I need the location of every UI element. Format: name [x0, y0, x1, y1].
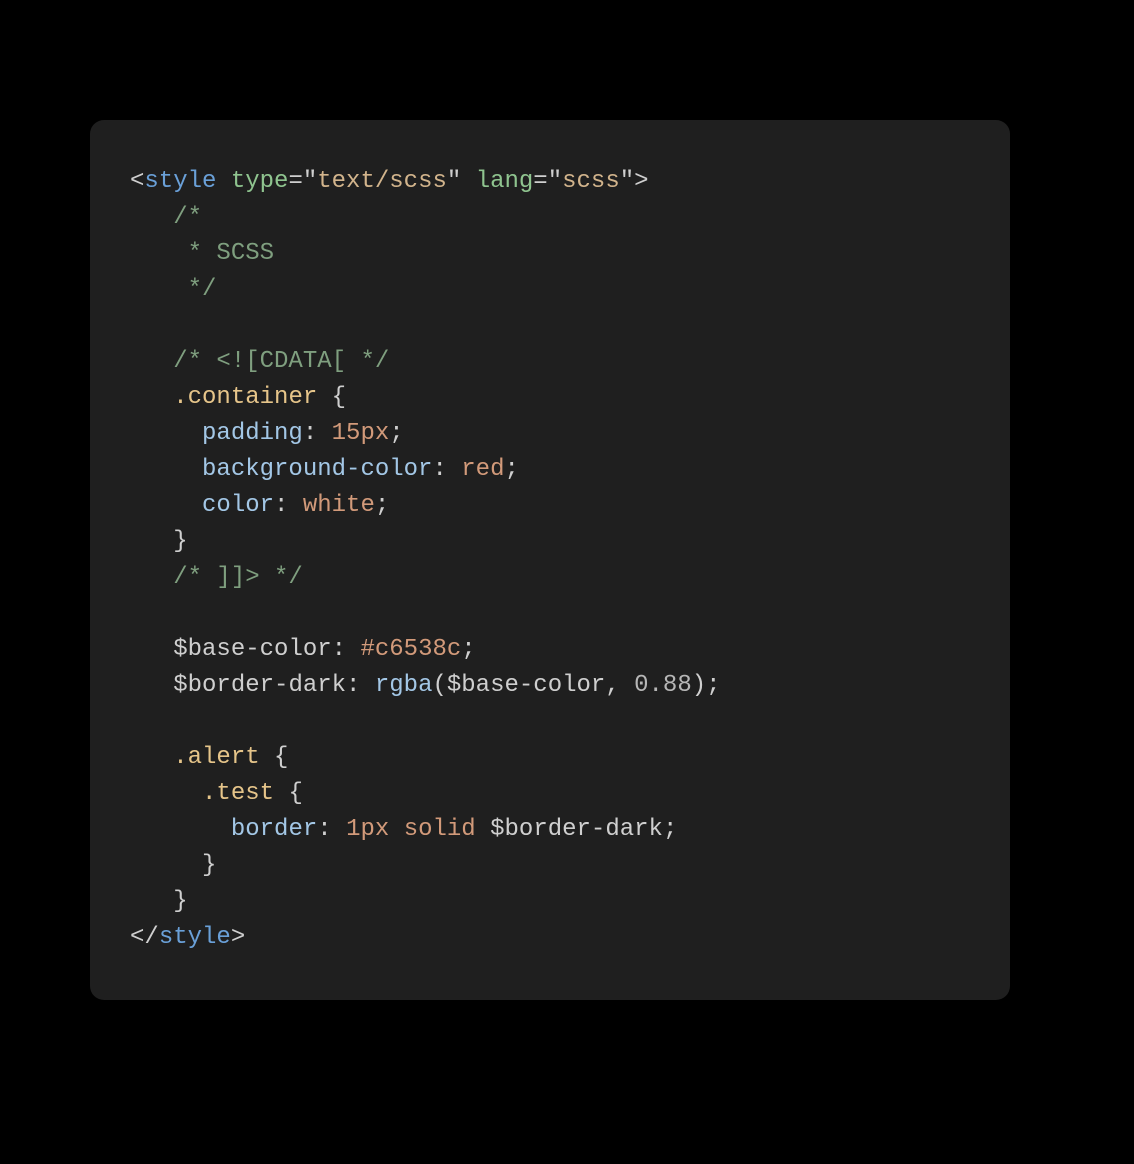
t — [130, 744, 173, 771]
t — [317, 384, 331, 411]
t: style — [144, 168, 216, 195]
t: * SCSS — [130, 240, 274, 267]
t — [130, 636, 173, 663]
t: #c6538c — [360, 636, 461, 663]
t — [130, 672, 173, 699]
t: } — [130, 528, 188, 555]
code-block: <style type="text/scss" lang="scss"> /* … — [90, 120, 1010, 1000]
t: </ — [130, 924, 159, 951]
t: { — [332, 384, 346, 411]
t: = — [533, 168, 547, 195]
t: .test — [202, 780, 274, 807]
t: : — [432, 456, 461, 483]
t: " — [303, 168, 317, 195]
t: padding — [202, 420, 303, 447]
t: : — [346, 672, 375, 699]
t — [130, 780, 202, 807]
t: /* — [130, 204, 202, 231]
t: text/scss — [317, 168, 447, 195]
t: /* ]]> */ — [130, 564, 303, 591]
t: ; — [389, 420, 403, 447]
t: white — [303, 492, 375, 519]
t — [461, 168, 475, 195]
t: = — [288, 168, 302, 195]
t: color — [202, 492, 274, 519]
t: $base-color — [173, 636, 331, 663]
t: : — [317, 816, 346, 843]
t: ; — [461, 636, 475, 663]
t — [274, 780, 288, 807]
t: type — [231, 168, 289, 195]
code-content: <style type="text/scss" lang="scss"> /* … — [130, 164, 970, 956]
t: border — [231, 816, 317, 843]
t — [389, 816, 403, 843]
t — [130, 492, 202, 519]
t: $border-dark — [173, 672, 346, 699]
t: solid — [404, 816, 476, 843]
t: red — [461, 456, 504, 483]
t: < — [130, 168, 144, 195]
t: { — [288, 780, 302, 807]
t: ) — [692, 672, 706, 699]
t: .container — [173, 384, 317, 411]
t: /* <![CDATA[ */ — [130, 348, 389, 375]
t: " — [447, 168, 461, 195]
t: 1px — [346, 816, 389, 843]
t: */ — [130, 276, 216, 303]
t: ; — [663, 816, 677, 843]
t: rgba — [375, 672, 433, 699]
t: " — [620, 168, 634, 195]
t: { — [274, 744, 288, 771]
t: style — [159, 924, 231, 951]
t — [130, 456, 202, 483]
t: } — [130, 888, 188, 915]
t: scss — [562, 168, 620, 195]
t: lang — [476, 168, 534, 195]
t: > — [634, 168, 648, 195]
t: $base-color — [447, 672, 605, 699]
t — [260, 744, 274, 771]
t: } — [130, 852, 216, 879]
t — [130, 816, 231, 843]
t: : — [274, 492, 303, 519]
t: ( — [432, 672, 446, 699]
t: " — [548, 168, 562, 195]
t: 0.88 — [634, 672, 692, 699]
t: 15px — [332, 420, 390, 447]
t — [130, 384, 173, 411]
t: .alert — [173, 744, 259, 771]
t: background-color — [202, 456, 432, 483]
t: ; — [375, 492, 389, 519]
t: ; — [504, 456, 518, 483]
t: ; — [706, 672, 720, 699]
t — [476, 816, 490, 843]
t: , — [605, 672, 634, 699]
t: : — [332, 636, 361, 663]
t — [216, 168, 230, 195]
t — [130, 420, 202, 447]
t: $border-dark — [490, 816, 663, 843]
t: : — [303, 420, 332, 447]
t: > — [231, 924, 245, 951]
